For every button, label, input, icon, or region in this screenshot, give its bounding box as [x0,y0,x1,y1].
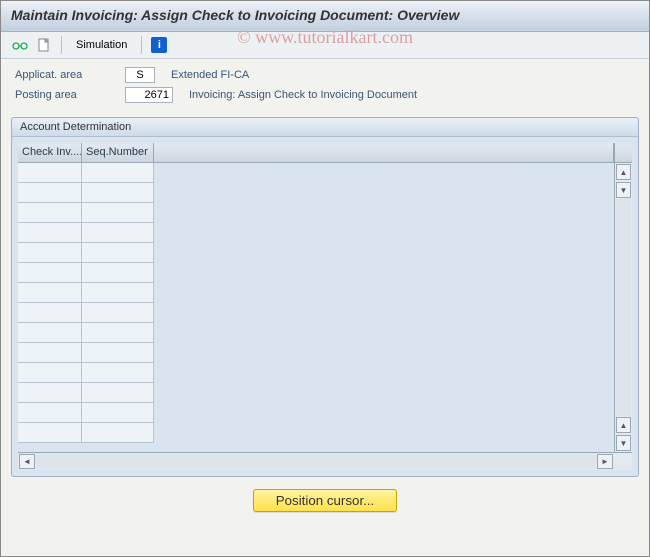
simulation-button[interactable]: Simulation [70,37,133,53]
grid-cell[interactable] [82,283,154,303]
scroll-up-icon[interactable]: ▲ [616,164,631,180]
grid-cell[interactable] [82,203,154,223]
scroll-right-icon[interactable]: ► [597,454,613,469]
grid-cell[interactable] [82,243,154,263]
grid-cell[interactable] [82,323,154,343]
form-area: Applicat. area Extended FI-CA Posting ar… [1,59,649,111]
toolbar-separator [141,36,142,54]
sap-window: Maintain Invoicing: Assign Check to Invo… [0,0,650,557]
grid-filler [154,163,614,452]
scroll-corner [615,143,632,163]
grid-cell[interactable] [18,383,82,403]
grid-cell[interactable] [18,403,82,423]
column-filler [154,143,614,452]
grid: Check Inv.... Seq.Number ▲ ▼ [18,143,632,452]
panel-title: Account Determination [12,118,638,137]
scroll-up2-icon[interactable]: ▲ [616,417,631,433]
scroll-down-icon[interactable]: ▼ [616,182,631,198]
grid-cell[interactable] [18,243,82,263]
bottom-bar: Position cursor... [1,483,649,518]
applicat-row: Applicat. area Extended FI-CA [15,67,635,83]
toolbar: Simulation i [1,32,649,59]
posting-row: Posting area Invoicing: Assign Check to … [15,87,635,103]
column-check-inv: Check Inv.... [18,143,82,452]
account-determination-panel: Account Determination Check Inv.... Seq.… [11,117,639,477]
applicat-label: Applicat. area [15,69,125,81]
scroll-h-track[interactable] [36,454,596,469]
grid-cell[interactable] [18,283,82,303]
grid-cell[interactable] [82,343,154,363]
grid-cell[interactable] [18,263,82,283]
scroll-down2-icon[interactable]: ▼ [616,435,631,451]
toolbar-separator [61,36,62,54]
grid-cell[interactable] [82,403,154,423]
grid-cell[interactable] [18,183,82,203]
applicat-input[interactable] [125,67,155,83]
scroll-track[interactable] [616,199,631,416]
grid-cell[interactable] [82,383,154,403]
grid-cell[interactable] [18,343,82,363]
column-header-check-inv[interactable]: Check Inv.... [18,143,82,163]
page-title: Maintain Invoicing: Assign Check to Invo… [11,7,639,23]
vertical-scrollbar[interactable]: ▲ ▼ ▲ ▼ [614,143,632,452]
posting-input[interactable] [125,87,173,103]
grid-cell[interactable] [18,323,82,343]
posting-desc: Invoicing: Assign Check to Invoicing Doc… [189,89,417,101]
column-seq-number: Seq.Number [82,143,154,452]
grid-cell[interactable] [82,263,154,283]
position-cursor-button[interactable]: Position cursor... [253,489,398,512]
scroll-h-corner [614,453,632,470]
titlebar: Maintain Invoicing: Assign Check to Invo… [1,1,649,32]
glasses-icon[interactable] [11,36,29,54]
grid-cell[interactable] [82,423,154,443]
grid-cell[interactable] [82,303,154,323]
column-header-filler [154,143,614,163]
grid-cell[interactable] [18,363,82,383]
grid-cell[interactable] [82,223,154,243]
grid-cell[interactable] [18,203,82,223]
column-header-seq-number[interactable]: Seq.Number [82,143,154,163]
posting-label: Posting area [15,89,125,101]
scroll-left-icon[interactable]: ◄ [19,454,35,469]
create-icon[interactable] [35,36,53,54]
grid-cell[interactable] [18,423,82,443]
horizontal-scrollbar[interactable]: ◄ ► [18,452,632,470]
grid-cell[interactable] [82,183,154,203]
grid-cell[interactable] [18,223,82,243]
simulation-label: Simulation [76,39,127,51]
grid-cell[interactable] [82,163,154,183]
applicat-desc: Extended FI-CA [171,69,249,81]
grid-cell[interactable] [18,163,82,183]
grid-wrap: Check Inv.... Seq.Number ▲ ▼ [12,137,638,476]
grid-cell[interactable] [18,303,82,323]
info-icon[interactable]: i [150,36,168,54]
grid-cell[interactable] [82,363,154,383]
